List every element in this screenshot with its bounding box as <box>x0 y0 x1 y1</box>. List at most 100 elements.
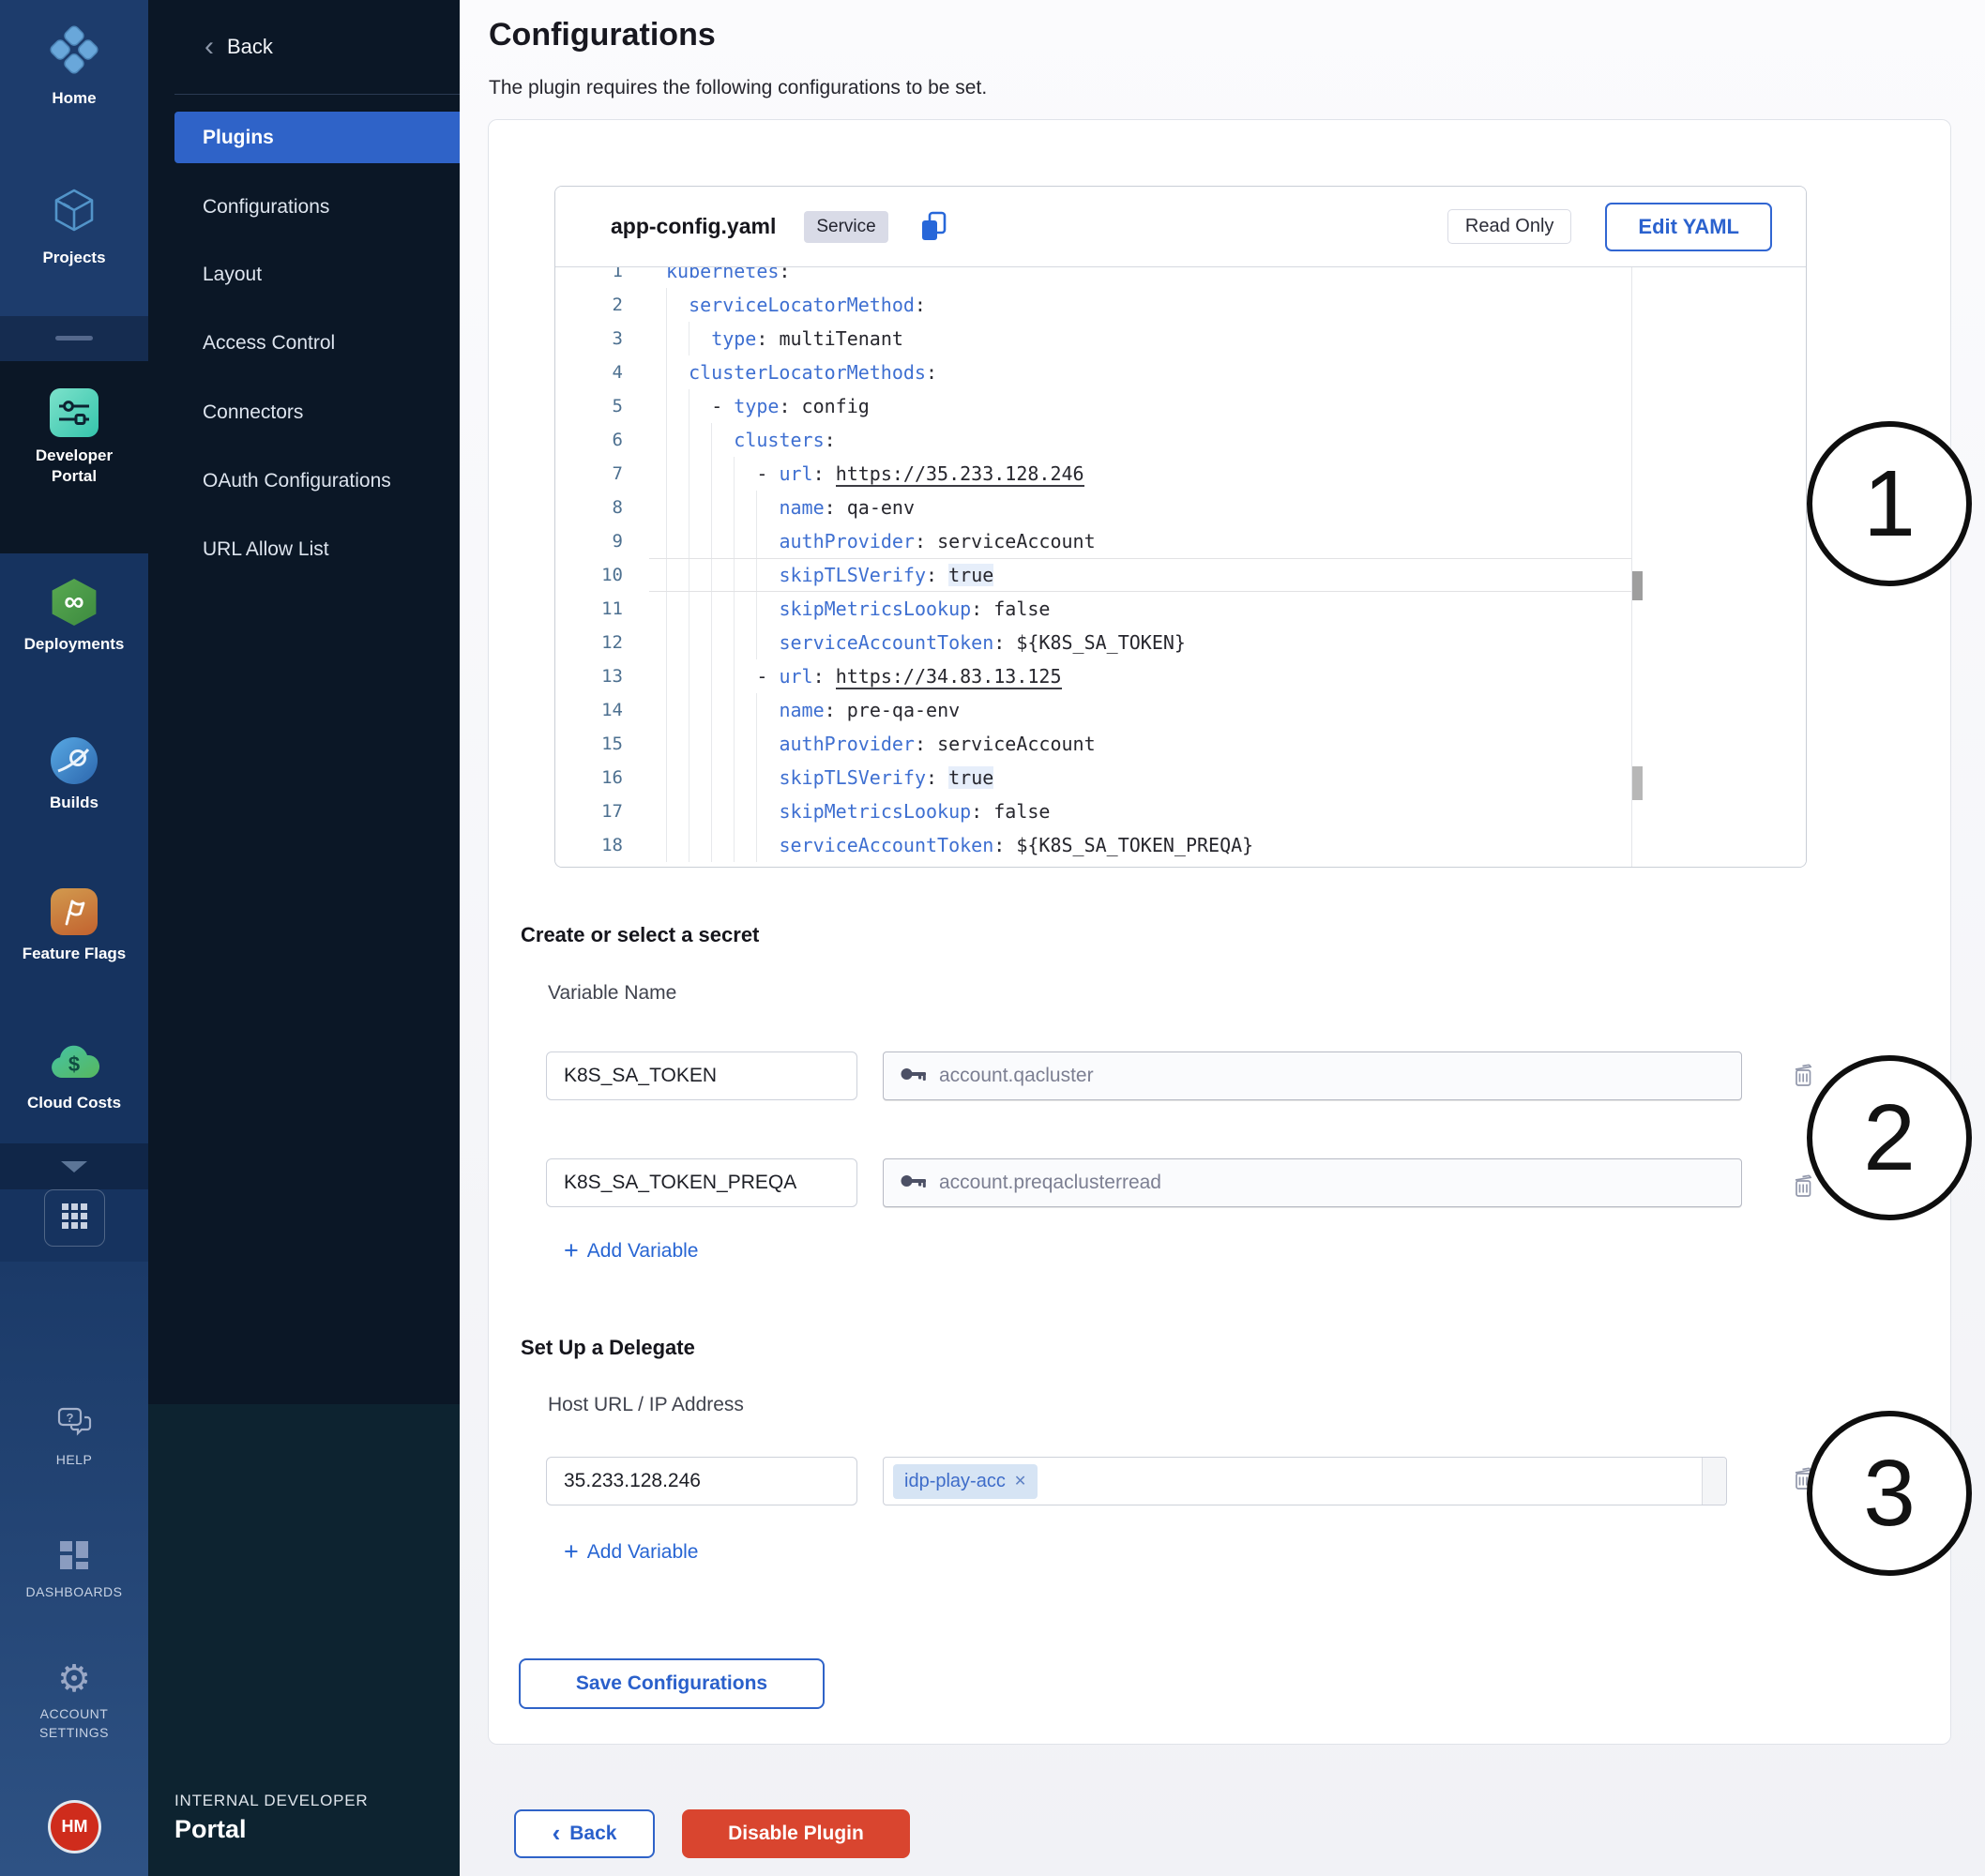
code-line[interactable]: 14 name: pre-qa-env <box>555 693 1806 727</box>
back-label: Back <box>227 35 273 59</box>
host-url-input[interactable] <box>546 1457 857 1505</box>
delegate-tags-field[interactable]: idp-play-acc ✕ <box>883 1457 1727 1505</box>
code-line[interactable]: 17 skipMetricsLookup: false <box>555 794 1806 828</box>
code-text: skipTLSVerify: true <box>666 761 993 794</box>
code-text: skipTLSVerify: true <box>666 558 993 592</box>
code-text: name: qa-env <box>666 491 915 524</box>
sidebar-item-dashboards[interactable]: DASHBOARDS <box>0 1541 148 1601</box>
delegate-section-heading: Set Up a Delegate <box>521 1336 695 1360</box>
remove-tag-icon[interactable]: ✕ <box>1014 1472 1026 1490</box>
yaml-code-area[interactable]: 1kubernetes:2serviceLocatorMethod:3type:… <box>555 267 1806 867</box>
variable-name-label: Variable Name <box>548 982 676 1005</box>
line-number: 9 <box>555 524 623 558</box>
code-line[interactable]: 4clusterLocatorMethods: <box>555 356 1806 389</box>
code-text: clusterLocatorMethods: <box>666 356 937 389</box>
subsidebar-item-url-allow-list[interactable]: URL Allow List <box>148 523 460 575</box>
user-avatar[interactable]: HM <box>51 1803 98 1851</box>
line-number: 7 <box>555 457 623 491</box>
line-number: 14 <box>555 693 623 727</box>
line-number: 17 <box>555 794 623 828</box>
sidebar-item-label: ACCOUNT SETTINGS <box>23 1704 126 1742</box>
back-button[interactable]: ‹ Back <box>514 1809 655 1858</box>
code-line[interactable]: 16skipTLSVerify: true <box>555 761 1806 794</box>
yaml-editor-header: app-config.yaml Service Read Only Edit Y… <box>555 187 1806 267</box>
brand-block: INTERNAL DEVELOPER Portal <box>174 1792 369 1844</box>
sidebar-item-label: Builds <box>50 793 98 813</box>
delete-variable-icon[interactable] <box>1793 1172 1815 1203</box>
primary-sidebar: Home Projects Developer Portal ∞ Deploym… <box>0 0 148 1876</box>
sidebar-item-label: Home <box>52 88 96 109</box>
code-line[interactable]: 8name: qa-env <box>555 491 1806 524</box>
yaml-filename: app-config.yaml <box>611 214 776 239</box>
code-line[interactable]: 10skipTLSVerify: true <box>555 558 1806 592</box>
sidebar-collapse-chevron[interactable] <box>0 1161 148 1172</box>
module-selector-button[interactable] <box>44 1189 105 1247</box>
code-text: - type: config <box>666 389 870 423</box>
sidebar-item-home[interactable]: Home <box>0 24 148 109</box>
dashboards-icon <box>60 1541 88 1574</box>
code-line[interactable]: 3type: multiTenant <box>555 322 1806 356</box>
disable-plugin-button[interactable]: Disable Plugin <box>682 1809 910 1858</box>
line-number: 13 <box>555 659 623 693</box>
code-text: name: pre-qa-env <box>666 693 960 727</box>
sidebar-item-cloud-costs[interactable]: $ Cloud Costs <box>0 1044 148 1113</box>
sidebar-item-account-settings[interactable]: ⚙ ACCOUNT SETTINGS <box>0 1662 148 1742</box>
scrollbar-thumb[interactable] <box>1632 571 1643 600</box>
secret-select-field[interactable]: account.qacluster <box>883 1051 1742 1100</box>
code-line[interactable]: 2serviceLocatorMethod: <box>555 288 1806 322</box>
sidebar-item-label: DASHBOARDS <box>25 1582 122 1601</box>
code-line[interactable]: 9authProvider: serviceAccount <box>555 524 1806 558</box>
code-line[interactable]: 18serviceAccountToken: ${K8S_SA_TOKEN_PR… <box>555 828 1806 862</box>
code-line[interactable]: 5 - type: config <box>555 389 1806 423</box>
code-line[interactable]: 12serviceAccountToken: ${K8S_SA_TOKEN} <box>555 626 1806 659</box>
sidebar-item-label: Projects <box>42 248 105 268</box>
variable-name-input[interactable] <box>546 1051 857 1100</box>
code-line[interactable]: 11skipMetricsLookup: false <box>555 592 1806 626</box>
secret-value: account.preqaclusterread <box>939 1172 1161 1194</box>
brand-title: Portal <box>174 1815 369 1844</box>
add-variable-link[interactable]: + Add Variable <box>564 1539 698 1565</box>
gear-icon: ⚙ <box>57 1662 91 1696</box>
save-configurations-button[interactable]: Save Configurations <box>519 1658 825 1709</box>
subsidebar-item-layout[interactable]: Layout <box>148 249 460 300</box>
code-line[interactable]: 7 - url: https://35.233.128.246 <box>555 457 1806 491</box>
add-variable-link[interactable]: + Add Variable <box>564 1238 698 1263</box>
delegate-tag-chip[interactable]: idp-play-acc ✕ <box>893 1464 1038 1499</box>
copy-icon[interactable] <box>918 210 948 244</box>
code-lines: 1kubernetes:2serviceLocatorMethod:3type:… <box>555 267 1806 862</box>
sidebar-item-projects[interactable]: Projects <box>0 186 148 268</box>
sidebar-item-deployments[interactable]: ∞ Deployments <box>0 579 148 655</box>
subsidebar-item-oauth-configurations[interactable]: OAuth Configurations <box>148 455 460 507</box>
code-text: skipMetricsLookup: false <box>666 794 1050 828</box>
subsidebar-item-plugins[interactable]: Plugins <box>174 112 460 163</box>
code-line[interactable]: 15authProvider: serviceAccount <box>555 727 1806 761</box>
subsidebar-item-access-control[interactable]: Access Control <box>148 317 460 369</box>
edit-yaml-button[interactable]: Edit YAML <box>1605 203 1772 251</box>
scrollbar-thumb[interactable] <box>1632 766 1643 800</box>
code-text: clusters: <box>666 423 836 457</box>
line-number: 1 <box>555 267 623 288</box>
secret-select-field[interactable]: account.preqaclusterread <box>883 1158 1742 1207</box>
tags-field-endcap <box>1702 1458 1726 1505</box>
sidebar-item-help[interactable]: ? HELP <box>0 1407 148 1469</box>
yaml-editor-card: app-config.yaml Service Read Only Edit Y… <box>554 186 1807 868</box>
plus-icon: + <box>564 1238 579 1263</box>
sidebar-item-label: Feature Flags <box>23 944 127 964</box>
annotation-circle-3: 3 <box>1807 1411 1972 1576</box>
subsidebar-item-configurations[interactable]: Configurations <box>148 181 460 233</box>
harness-logo-icon <box>49 24 99 80</box>
sidebar-item-builds[interactable]: Builds <box>0 737 148 813</box>
code-line[interactable]: 13- url: https://34.83.13.125 <box>555 659 1806 693</box>
sidebar-collapse-handle[interactable] <box>55 336 93 340</box>
delete-variable-icon[interactable] <box>1793 1062 1815 1093</box>
back-nav[interactable]: ‹ Back <box>148 24 460 69</box>
sidebar-item-feature-flags[interactable]: Feature Flags <box>0 888 148 964</box>
chevron-down-icon <box>61 1161 87 1172</box>
sidebar-item-developer-portal[interactable]: Developer Portal <box>0 388 148 487</box>
subsidebar-item-connectors[interactable]: Connectors <box>148 386 460 438</box>
variable-name-input[interactable] <box>546 1158 857 1207</box>
code-line[interactable]: 6clusters: <box>555 423 1806 457</box>
code-text: - url: https://35.233.128.246 <box>666 457 1084 491</box>
line-number: 5 <box>555 389 623 423</box>
code-line[interactable]: 1kubernetes: <box>555 267 1806 288</box>
